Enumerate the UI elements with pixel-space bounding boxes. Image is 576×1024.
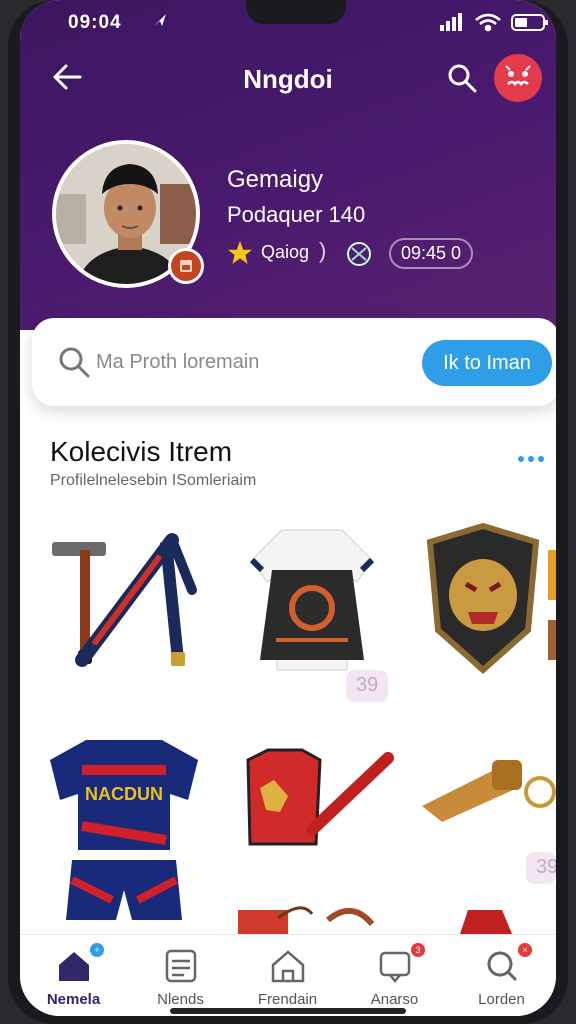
home-icon <box>59 952 89 981</box>
item-count-badge: 39 <box>346 670 389 702</box>
signal-icon <box>440 13 462 31</box>
profile-badge-icon <box>168 248 204 284</box>
item-hammer-stick[interactable] <box>42 520 202 680</box>
battery-icon <box>511 14 548 31</box>
tab-badge: 3 <box>411 943 425 957</box>
bottom-tab-bar: + Nemela Nlends Frendain 3 Anarso × Lord… <box>20 934 556 1016</box>
divider: ) <box>319 238 327 263</box>
search-input[interactable] <box>96 346 396 378</box>
collection-title: Kolecivis Itrem <box>50 436 233 467</box>
app-screen: 09:04 Nngdoi Gemaigy Podaquer 140 Qaiog … <box>20 0 556 1016</box>
tab-search[interactable]: × Lorden <box>448 935 555 1016</box>
tab-label: Nlends <box>157 991 204 1008</box>
camera-notch <box>246 0 346 24</box>
stat-value: 09:45 0 <box>389 238 474 269</box>
item-football-kit[interactable]: NACDUN <box>42 730 206 930</box>
globe-icon <box>347 242 371 266</box>
item-apron-jersey[interactable] <box>232 520 392 680</box>
status-time: 09:04 <box>68 12 122 33</box>
location-arrow-icon <box>154 14 166 26</box>
partial-items-row <box>238 906 512 934</box>
tab-badge: × <box>518 943 532 957</box>
monster-face-icon <box>505 65 531 87</box>
profile-name: Gemaigy <box>227 166 324 193</box>
tab-friends[interactable]: Frendain <box>234 935 341 1016</box>
item-partial-right <box>548 550 556 660</box>
tab-label: Frendain <box>257 991 318 1008</box>
item-dragon-shield[interactable] <box>418 520 548 680</box>
search-icon[interactable] <box>446 62 478 94</box>
list-icon <box>165 949 197 983</box>
rating-label: Qaiog <box>261 242 310 262</box>
phone-frame: 09:04 Nngdoi Gemaigy Podaquer 140 Qaiog … <box>8 0 568 1024</box>
chat-icon <box>379 951 411 983</box>
search-field-icon <box>59 347 90 378</box>
star-icon <box>228 241 252 264</box>
search-submit-button[interactable]: Ik to Iman <box>422 340 552 386</box>
item-count-badge-2: 39 <box>526 852 556 884</box>
tab-badge: + <box>90 943 104 957</box>
profile-stats: Qaiog ) 09:45 0 <box>227 238 527 270</box>
collection-subtitle: Profilelnelesebin ISomleriaim <box>50 472 257 489</box>
tab-lists[interactable]: Nlends <box>127 935 234 1016</box>
tab-label: Lorden <box>478 991 525 1008</box>
profile-subtitle: Podaquer 140 <box>227 202 366 227</box>
search-tab-icon <box>487 951 518 982</box>
profile-header: 09:04 Nngdoi Gemaigy Podaquer 140 Qaiog … <box>20 0 556 330</box>
more-options-icon[interactable] <box>516 454 546 464</box>
status-icons <box>440 13 548 32</box>
house-outline-icon <box>271 950 305 983</box>
item-golden-whistle[interactable] <box>412 746 556 826</box>
tab-messages[interactable]: 3 Anarso <box>341 935 448 1016</box>
search-card: Ik to Iman <box>32 318 556 406</box>
tab-home[interactable]: + Nemela <box>20 935 127 1016</box>
tab-label: Nemela <box>46 991 101 1008</box>
wifi-icon <box>475 13 501 32</box>
kit-print: NACDUN <box>85 784 163 804</box>
user-avatar[interactable] <box>494 54 542 102</box>
tab-label: Anarso <box>370 991 419 1008</box>
item-red-vest-baton[interactable] <box>232 740 396 850</box>
home-indicator <box>170 1008 406 1014</box>
